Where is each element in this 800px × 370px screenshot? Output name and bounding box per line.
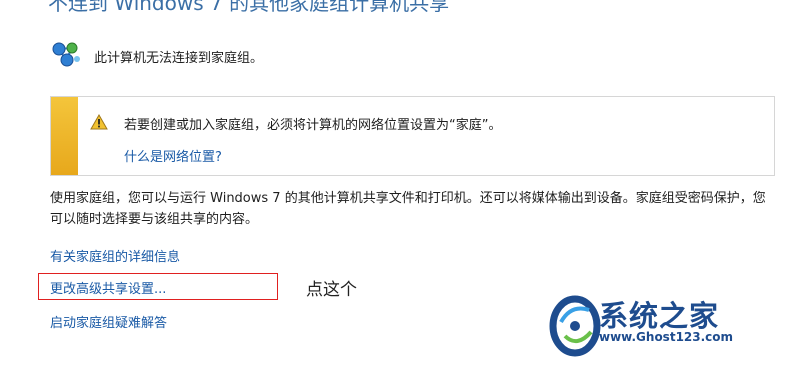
annotation-highlight-box: [38, 273, 278, 300]
annotation-label: 点这个: [306, 280, 357, 300]
homegroup-troubleshoot-link[interactable]: 启动家庭组疑难解答: [50, 312, 167, 331]
page-title-partial: 不连到 Windows 7 的其他家庭组计算机共享: [48, 0, 450, 15]
site-watermark: 系统之家 www.Ghost123.com: [547, 290, 800, 370]
warning-triangle-icon: [90, 113, 108, 130]
network-location-link[interactable]: 什么是网络位置?: [124, 146, 222, 165]
warning-stripe: [51, 97, 78, 175]
watermark-url: www.Ghost123.com: [599, 330, 734, 344]
warning-message: 若要创建或加入家庭组，必须将计算机的网络位置设置为“家庭”。: [124, 118, 502, 133]
homegroup-status: 此计算机无法连接到家庭组。: [50, 42, 263, 70]
homegroup-details-link[interactable]: 有关家庭组的详细信息: [50, 246, 180, 265]
watermark-title: 系统之家: [599, 299, 720, 333]
status-message: 此计算机无法连接到家庭组。: [94, 50, 264, 66]
homegroup-description: 使用家庭组，您可以与运行 Windows 7 的其他计算机共享文件和打印机。还可…: [50, 191, 766, 227]
homegroup-network-icon: [50, 40, 84, 72]
warning-infobar: 若要创建或加入家庭组，必须将计算机的网络位置设置为“家庭”。 什么是网络位置?: [50, 96, 775, 176]
